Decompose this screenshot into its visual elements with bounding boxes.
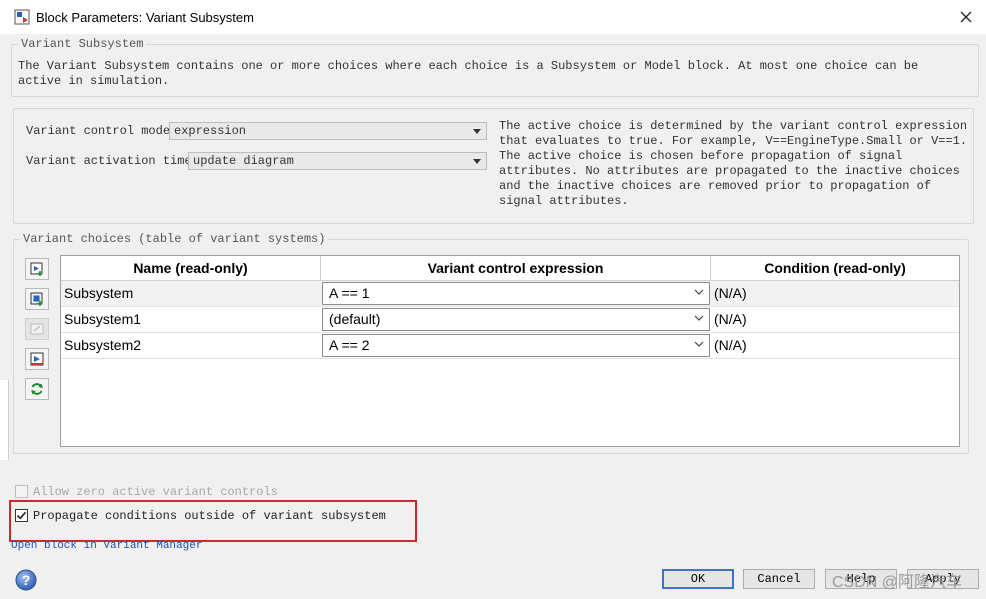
allow-zero-checkbox[interactable] [15,485,28,498]
cancel-button[interactable]: Cancel [743,569,815,589]
edit-disabled-icon [30,323,44,335]
expression-dropdown[interactable]: A == 1 [322,282,710,305]
watermark: CSDN @阿隆汽车 [832,574,963,591]
help-icon[interactable]: ? [15,569,37,591]
add-model-icon [30,292,43,306]
control-mode-value: expression [174,124,247,138]
column-header-expression[interactable]: Variant control expression [321,256,711,281]
title-bar: Block Parameters: Variant Subsystem [0,0,986,35]
close-icon [960,11,972,23]
choice-name: Subsystem2 [64,337,142,353]
variant-choices-table: Name (read-only) Variant control express… [60,255,960,447]
control-mode-label: Variant control mode: [26,124,178,138]
refresh-icon [31,383,43,395]
refresh-button[interactable] [25,378,49,400]
control-help-text: The active choice is determined by the v… [499,119,968,208]
variant-choices-legend: Variant choices (table of variant system… [23,232,326,246]
expression-value: (default) [329,311,381,327]
expression-value: A == 2 [329,337,370,353]
choice-condition: (N/A) [714,311,747,327]
dropdown-arrow-icon [473,129,481,134]
ok-button[interactable]: OK [662,569,734,589]
choice-name: Subsystem [64,285,134,301]
table-row[interactable]: Subsystem2 A == 2 (N/A) [61,333,959,359]
dropdown-arrow-icon [473,159,481,164]
description-legend: Variant Subsystem [21,37,144,51]
close-button[interactable] [950,3,982,31]
simulink-block-icon [14,9,30,25]
edit-choice-button[interactable] [25,318,49,340]
open-variant-manager-link[interactable]: Open block in Variant Manager [11,540,202,552]
expression-dropdown[interactable]: A == 2 [322,334,710,357]
open-block-icon [30,352,44,366]
choice-condition: (N/A) [714,337,747,353]
add-subsystem-choice-button[interactable] [25,258,49,280]
table-row[interactable]: Subsystem A == 1 (N/A) [61,281,959,307]
description-text: The Variant Subsystem contains one or mo… [18,59,919,88]
open-choice-button[interactable] [25,348,49,370]
expression-value: A == 1 [329,285,370,301]
control-mode-dropdown[interactable]: expression [169,122,487,140]
chevron-down-icon [694,315,704,321]
activation-time-dropdown[interactable]: update diagram [188,152,487,170]
column-header-name[interactable]: Name (read-only) [61,256,321,281]
highlight-annotation [9,500,417,542]
background-window-edge [0,380,9,460]
allow-zero-label: Allow zero active variant controls [33,485,278,499]
chevron-down-icon [694,341,704,347]
column-header-condition[interactable]: Condition (read-only) [711,256,959,281]
activation-time-label: Variant activation time: [26,154,199,168]
add-model-choice-button[interactable] [25,288,49,310]
choice-name: Subsystem1 [64,311,142,327]
table-row[interactable]: Subsystem1 (default) (N/A) [61,307,959,333]
expression-dropdown[interactable]: (default) [322,308,710,331]
activation-time-value: update diagram [193,154,294,168]
window-title: Block Parameters: Variant Subsystem [36,10,254,25]
choice-condition: (N/A) [714,285,747,301]
chevron-down-icon [694,289,704,295]
add-subsystem-icon [30,262,43,276]
svg-text:?: ? [22,572,31,588]
